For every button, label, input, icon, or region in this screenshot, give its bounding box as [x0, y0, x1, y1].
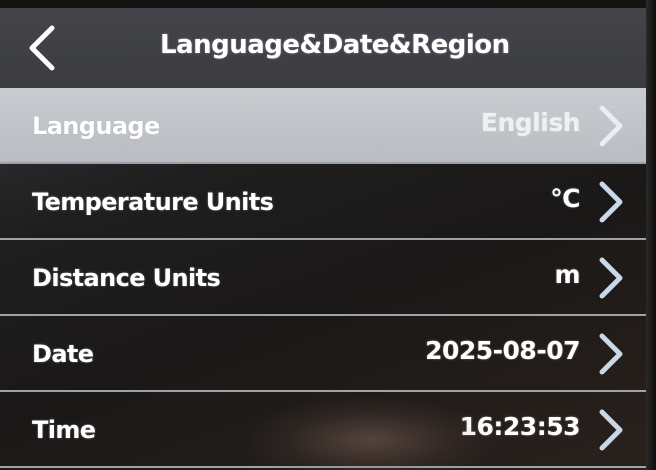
- settings-row-date[interactable]: Date 2025-08-07: [0, 316, 646, 392]
- chevron-right-icon: [594, 332, 628, 376]
- row-label: Time: [32, 416, 96, 444]
- settings-row-distance-units[interactable]: Distance Units m: [0, 240, 646, 316]
- chevron-left-icon: [29, 25, 55, 71]
- back-button[interactable]: [22, 24, 62, 72]
- row-label: Language: [32, 112, 160, 140]
- row-label: Temperature Units: [32, 188, 274, 216]
- header-bar: Language&Date&Region: [0, 8, 646, 88]
- row-label: Distance Units: [32, 264, 221, 292]
- device-bezel-top: [0, 0, 656, 8]
- page-title: Language&Date&Region: [160, 30, 510, 60]
- chevron-right-icon: [594, 256, 628, 300]
- chevron-right-icon: [594, 180, 628, 224]
- row-label: Date: [32, 340, 94, 368]
- chevron-right-icon: [594, 104, 628, 148]
- row-value: ℃: [550, 184, 580, 213]
- row-value: English: [480, 108, 581, 137]
- row-value: 16:23:53: [459, 412, 581, 441]
- settings-row-temperature-units[interactable]: Temperature Units ℃: [0, 164, 646, 240]
- row-value: m: [554, 260, 580, 289]
- device-bezel-right: [646, 0, 656, 470]
- chevron-right-icon: [594, 408, 628, 452]
- settings-row-time[interactable]: Time 16:23:53: [0, 392, 646, 468]
- settings-row-language[interactable]: Language English: [0, 88, 646, 164]
- row-value: 2025-08-07: [425, 336, 580, 365]
- settings-screen: Language&Date&Region Language English Te…: [0, 0, 656, 470]
